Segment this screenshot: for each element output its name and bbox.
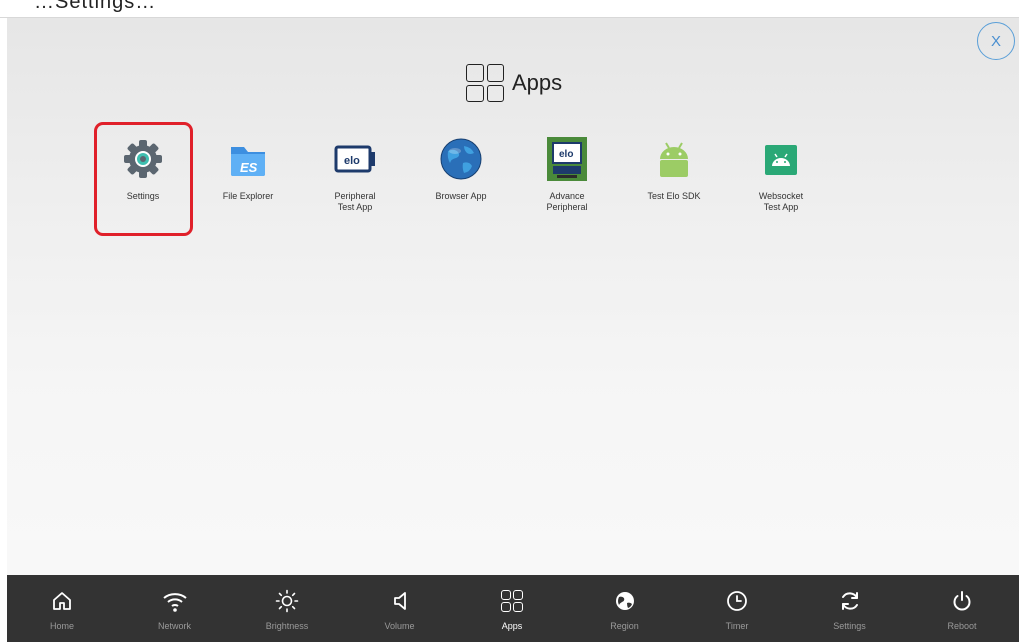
svg-text:elo: elo — [344, 155, 360, 167]
elo-peripheral-icon: elo — [545, 137, 589, 181]
nav-label: Home — [49, 621, 74, 631]
close-button[interactable]: X — [977, 22, 1015, 60]
nav-volume[interactable]: Volume — [367, 575, 433, 642]
app-browser[interactable]: Browser App — [411, 133, 511, 233]
nav-label: Volume — [384, 621, 415, 631]
app-label: Settings — [126, 191, 160, 201]
nav-label: Apps — [501, 621, 523, 631]
clock-icon — [723, 587, 751, 615]
elo-monitor-icon: elo — [333, 137, 377, 181]
bottom-nav: Home Network Brightness Volume Apps Regi… — [7, 575, 1019, 642]
app-advance-peripheral[interactable]: elo Advance Peripheral — [517, 133, 617, 233]
nav-network[interactable]: Network — [142, 575, 208, 642]
globe-icon — [611, 587, 639, 615]
power-icon — [948, 587, 976, 615]
apps-grid-icon — [466, 64, 504, 102]
nav-timer[interactable]: Timer — [704, 575, 770, 642]
wifi-icon — [161, 587, 189, 615]
sun-icon — [273, 587, 301, 615]
app-websocket-test[interactable]: Websocket Test App — [731, 133, 831, 233]
globe-icon — [439, 137, 483, 181]
app-label: Advance Peripheral — [546, 191, 588, 212]
nav-region[interactable]: Region — [592, 575, 658, 642]
svg-text:ES: ES — [240, 160, 258, 175]
nav-reboot[interactable]: Reboot — [929, 575, 995, 642]
nav-label: Brightness — [265, 621, 309, 631]
nav-settings[interactable]: Settings — [817, 575, 883, 642]
gear-icon — [121, 137, 165, 181]
app-label: File Explorer — [222, 191, 274, 201]
page-title: Apps — [466, 63, 562, 103]
app-settings[interactable]: Settings — [93, 133, 193, 233]
svg-text:elo: elo — [559, 149, 573, 160]
apps-grid-icon — [501, 590, 523, 612]
top-caption-text: …Settings… — [34, 0, 157, 13]
app-label: Test Elo SDK — [647, 191, 701, 201]
speaker-icon — [386, 587, 414, 615]
nav-apps[interactable]: Apps — [479, 575, 545, 642]
close-icon: X — [990, 32, 1001, 50]
nav-label: Settings — [833, 621, 866, 631]
folder-icon: ES — [226, 137, 270, 181]
android-square-icon — [759, 137, 803, 181]
nav-brightness[interactable]: Brightness — [254, 575, 320, 642]
nav-label: Timer — [725, 621, 749, 631]
home-icon — [48, 587, 76, 615]
app-label: Browser App — [435, 191, 487, 201]
android-icon — [652, 137, 696, 181]
nav-home[interactable]: Home — [29, 575, 95, 642]
nav-label: Region — [610, 621, 639, 631]
app-label: Websocket Test App — [758, 191, 804, 212]
app-label: Peripheral Test App — [334, 191, 376, 212]
page-title-text: Apps — [512, 70, 563, 95]
app-file-explorer[interactable]: ES File Explorer — [198, 133, 298, 233]
app-peripheral-test[interactable]: elo Peripheral Test App — [305, 133, 405, 233]
app-test-elo-sdk[interactable]: Test Elo SDK — [624, 133, 724, 233]
nav-label: Reboot — [947, 621, 977, 631]
refresh-icon — [836, 587, 864, 615]
nav-label: Network — [157, 621, 191, 631]
top-caption: …Settings… — [0, 0, 1019, 18]
